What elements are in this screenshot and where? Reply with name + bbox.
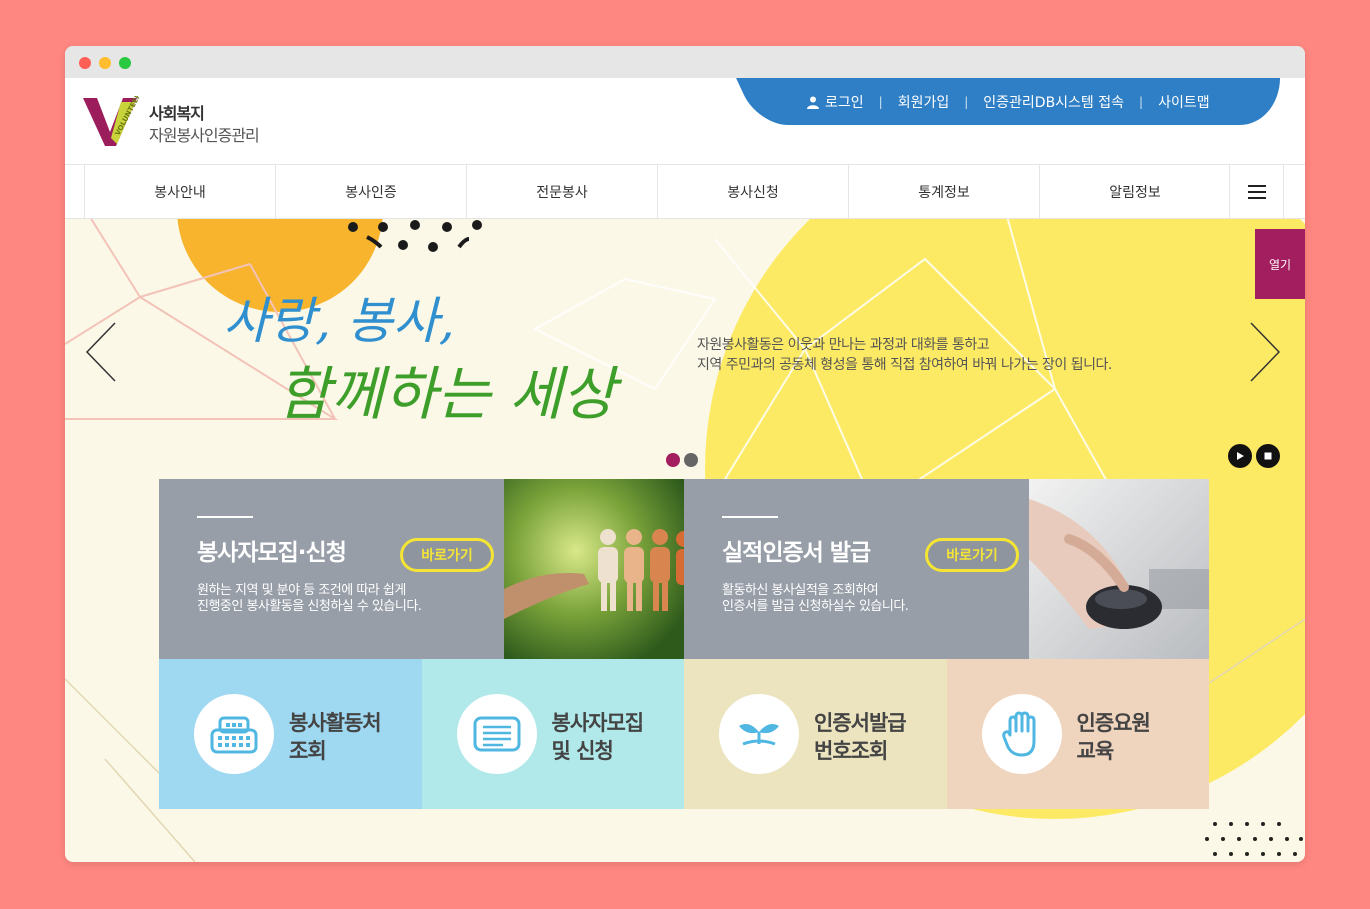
quick-label-line1: 인증서발급 (814, 711, 907, 735)
nav-item-notice[interactable]: 알림정보 (1039, 165, 1230, 218)
prev-slide-arrow-icon[interactable] (85, 321, 117, 383)
quick-icon-circle (194, 694, 274, 774)
paper-people-photo (504, 479, 684, 659)
play-button[interactable] (1228, 444, 1252, 468)
hero-headline-line1: 사랑, 봉사, (223, 292, 455, 350)
divider: | (878, 95, 883, 109)
menu-button[interactable] (1229, 165, 1284, 218)
hand-icon (1001, 711, 1035, 757)
sitemap-link[interactable]: 사이트맵 (1158, 92, 1210, 112)
card-recruit-apply[interactable]: 봉사자모집·신청 바로가기 원하는 지역 및 분야 등 조건에 따라 쉽게 진행… (159, 479, 684, 659)
db-system-link[interactable]: 인증관리DB시스템 접속 (983, 92, 1124, 112)
browser-chrome (65, 46, 1305, 78)
quick-label-line2: 번호조회 (814, 739, 888, 763)
mouse-hand-photo (1029, 479, 1209, 659)
slide-indicator (666, 453, 698, 467)
slide-dot-active[interactable] (666, 453, 680, 467)
document-icon (473, 716, 520, 752)
stop-button[interactable] (1256, 444, 1280, 468)
card-accent-line (722, 516, 778, 518)
card-desc-line1: 원하는 지역 및 분야 등 조건에 따라 쉽게 (197, 583, 406, 598)
shortcut-button[interactable]: 바로가기 (400, 538, 494, 572)
play-icon (1237, 452, 1244, 460)
quick-icon-circle (719, 694, 799, 774)
login-link[interactable]: 로그인 (807, 92, 864, 112)
browser-window: VOLUNTEER 사회복지 자원봉사인증관리 로그인 | 회원가입 | 인증관… (65, 46, 1305, 862)
hero-description-line2: 지역 주민과의 공동체 형성을 통해 직접 참여하여 바꿔 나가는 장이 됩니다… (697, 357, 1112, 373)
nav-item-professional[interactable]: 전문봉사 (466, 165, 657, 218)
quick-links: 봉사활동처 조회 봉사자모집 및 신청 인증서발급 번호조회 인증요원 교육 (159, 659, 1209, 809)
quick-label-line2: 및 신청 (551, 739, 614, 763)
hamburger-icon (1247, 184, 1266, 199)
user-icon (807, 96, 819, 109)
slide-dot[interactable] (684, 453, 698, 467)
hero-headline-line2: 함께하는 세상 (277, 360, 616, 428)
logo-subtitle: 자원봉사인증관리 (149, 126, 260, 145)
site-logo[interactable]: VOLUNTEER 사회복지 자원봉사인증관리 (83, 96, 283, 148)
building-icon (210, 716, 258, 754)
logo-title: 사회복지 (149, 104, 205, 123)
main-nav: 봉사안내 봉사인증 전문봉사 봉사신청 통계정보 알림정보 (65, 164, 1305, 219)
maximize-window-dot[interactable] (119, 57, 131, 69)
quick-icon-circle (981, 694, 1062, 774)
quick-link-certificate-number[interactable]: 인증서발급 번호조회 (684, 659, 947, 809)
quick-label-line1: 인증요원 (1076, 711, 1151, 735)
quick-link-label: 봉사활동처 조회 (289, 709, 382, 765)
card-accent-line (197, 516, 253, 518)
utility-bar: 로그인 | 회원가입 | 인증관리DB시스템 접속 | 사이트맵 (755, 78, 1280, 125)
quick-label-line1: 봉사자모집 (551, 711, 645, 735)
quick-link-recruit-apply[interactable]: 봉사자모집 및 신청 (421, 659, 684, 809)
card-desc-line2: 진행중인 봉사활동을 신청하실 수 있습니다. (197, 599, 422, 614)
card-description: 원하는 지역 및 분야 등 조건에 따라 쉽게 진행중인 봉사활동을 신청하실 … (197, 583, 422, 615)
quick-link-label: 인증서발급 번호조회 (814, 709, 907, 765)
card-certificate-issue[interactable]: 실적인증서 발급 바로가기 활동하신 봉사실적을 조회하여 인증서를 발급 신청… (684, 479, 1209, 659)
divider: | (964, 95, 969, 109)
card-desc-line1: 활동하신 봉사실적을 조회하여 (722, 583, 879, 598)
card-title: 봉사자모집·신청 (197, 540, 347, 566)
quick-label-line2: 조회 (289, 739, 327, 763)
quick-label-line2: 교육 (1076, 739, 1115, 763)
shortcut-button[interactable]: 바로가기 (925, 538, 1019, 572)
hero-description: 자원봉사활동은 이웃과 만나는 과정과 대화를 통하고 지역 주민과의 공동체 … (697, 335, 1112, 375)
nav-item-statistics[interactable]: 통계정보 (848, 165, 1039, 218)
minimize-window-dot[interactable] (99, 57, 111, 69)
login-label: 로그인 (825, 95, 864, 111)
card-title: 실적인증서 발급 (722, 540, 871, 566)
quick-icon-circle (456, 694, 537, 774)
card-description: 활동하신 봉사실적을 조회하여 인증서를 발급 신청하실수 있습니다. (722, 583, 909, 615)
nav-item-apply[interactable]: 봉사신청 (657, 165, 848, 218)
feature-cards: 봉사자모집·신청 바로가기 원하는 지역 및 분야 등 조건에 따라 쉽게 진행… (159, 479, 1209, 659)
quick-link-organization-search[interactable]: 봉사활동처 조회 (159, 659, 422, 809)
quick-link-staff-education[interactable]: 인증요원 교육 (946, 659, 1209, 809)
open-panel-tab[interactable]: 열기 (1255, 229, 1305, 299)
quick-label-line1: 봉사활동처 (289, 711, 382, 735)
sprout-icon (739, 724, 779, 746)
quick-link-label: 인증요원 교육 (1076, 709, 1151, 765)
nav-item-certification[interactable]: 봉사인증 (275, 165, 466, 218)
volunteer-logo-mark: VOLUNTEER (83, 96, 143, 146)
hero-description-line1: 자원봉사활동은 이웃과 만나는 과정과 대화를 통하고 (697, 337, 990, 353)
stop-icon (1264, 452, 1272, 460)
divider: | (1139, 95, 1144, 109)
hero-banner: 사랑, 봉사, 함께하는 세상 자원봉사활동은 이웃과 만나는 과정과 대화를 … (65, 219, 1305, 862)
quick-link-label: 봉사자모집 및 신청 (551, 709, 645, 765)
signup-link[interactable]: 회원가입 (898, 92, 950, 112)
next-slide-arrow-icon[interactable] (1249, 321, 1281, 383)
card-desc-line2: 인증서를 발급 신청하실수 있습니다. (722, 599, 909, 614)
site-header: VOLUNTEER 사회복지 자원봉사인증관리 로그인 | 회원가입 | 인증관… (65, 78, 1305, 164)
nav-item-guide[interactable]: 봉사안내 (84, 165, 275, 218)
close-window-dot[interactable] (79, 57, 91, 69)
